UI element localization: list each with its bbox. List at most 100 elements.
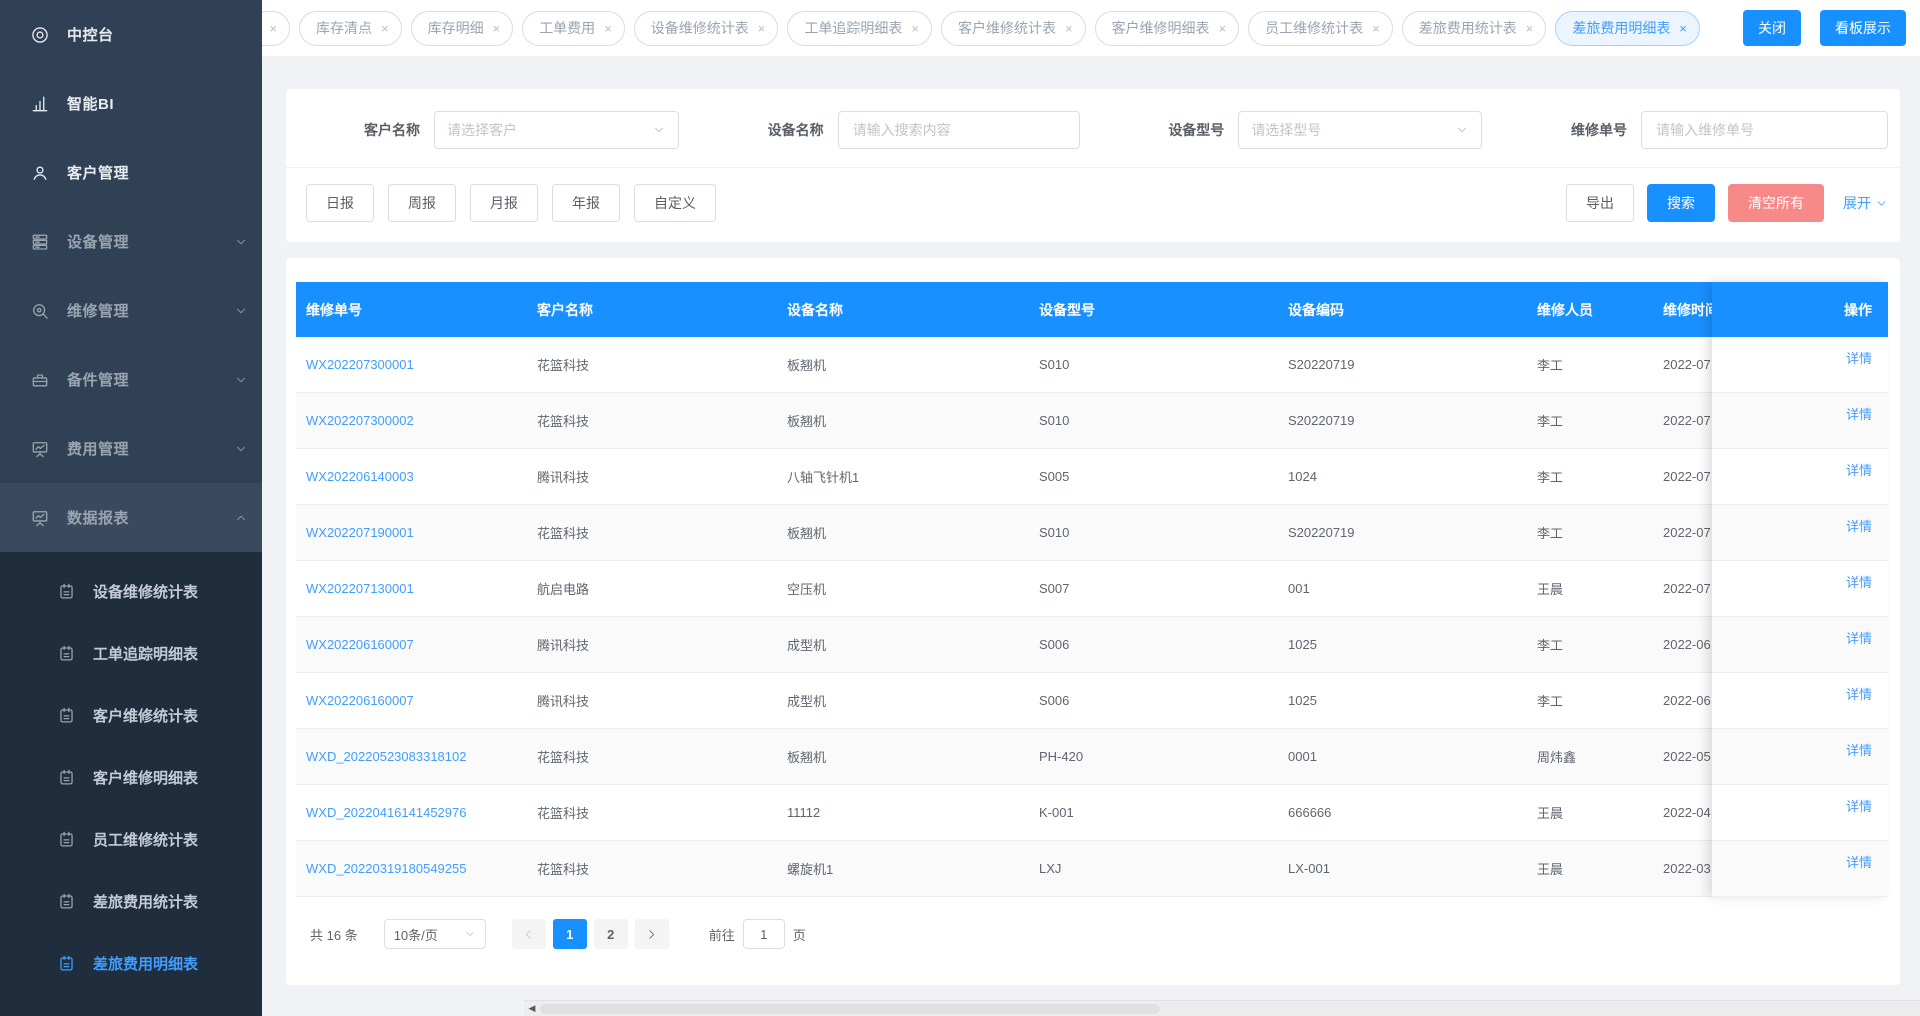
export-button[interactable]: 导出 (1566, 184, 1634, 222)
order-link[interactable]: WX202207190001 (306, 525, 414, 540)
next-page-button[interactable] (634, 919, 669, 949)
chevron-down-icon (234, 235, 248, 249)
order-link[interactable]: WX202206160007 (306, 693, 414, 708)
tab-close-icon[interactable]: × (1679, 22, 1687, 35)
tab-差旅费用明细表[interactable]: 差旅费用明细表 × (1555, 10, 1700, 46)
order-link[interactable]: WX202207130001 (306, 581, 414, 596)
sidebar-subitem-员工维修统计表[interactable]: 员工维修统计表 (0, 808, 262, 870)
order-link[interactable]: WX202206140003 (306, 469, 414, 484)
cell-code: 001 (1288, 581, 1310, 596)
sidebar-item-智能BI[interactable]: 智能BI (0, 69, 262, 138)
order-link[interactable]: WX202206160007 (306, 637, 414, 652)
sidebar-subitem-差旅费用明细表[interactable]: 差旅费用明细表 (0, 932, 262, 994)
sidebar-item-客户管理[interactable]: 客户管理 (0, 138, 262, 207)
page-size-select[interactable]: 10条/页 (383, 919, 486, 949)
sidebar-subitem-客户维修明细表[interactable]: 客户维修明细表 (0, 746, 262, 808)
tab-close-icon[interactable]: × (911, 22, 919, 35)
cell-device: 螺旋机1 (787, 862, 834, 877)
clear-all-button[interactable]: 清空所有 (1728, 184, 1824, 222)
input-维修单号[interactable] (1640, 111, 1888, 149)
tab-差旅费用统计表[interactable]: 差旅费用统计表 × (1401, 10, 1547, 46)
tab-close-icon[interactable]: × (1526, 22, 1534, 35)
sidebar-subitem-差旅费用统计表[interactable]: 差旅费用统计表 (0, 870, 262, 932)
sidebar-subitem-客户维修统计表[interactable]: 客户维修统计表 (0, 684, 262, 746)
range-button-年报[interactable]: 年报 (552, 184, 620, 222)
sidebar-item-备件管理[interactable]: 备件管理 (0, 345, 262, 414)
tab-工单费用[interactable]: 工单费用 × (522, 10, 625, 46)
range-button-日报[interactable]: 日报 (306, 184, 374, 222)
tab-clipped[interactable]: × (262, 10, 290, 46)
chevron-down-icon (1455, 123, 1469, 137)
detail-link[interactable]: 详情 (1846, 628, 1872, 647)
tab-工单追踪明细表[interactable]: 工单追踪明细表 × (787, 10, 932, 46)
tab-客户维修统计表[interactable]: 客户维修统计表 × (940, 10, 1086, 46)
select-设备型号[interactable]: 请选择型号 (1238, 111, 1483, 149)
order-link[interactable]: WXD_20220319180549255 (306, 861, 466, 876)
cell-code: 1025 (1288, 693, 1317, 708)
detail-link[interactable]: 详情 (1846, 404, 1872, 423)
range-button-月报[interactable]: 月报 (470, 184, 538, 222)
sidebar-item-维修管理[interactable]: 维修管理 (0, 276, 262, 345)
sidebar-subitem-设备维修统计表[interactable]: 设备维修统计表 (0, 560, 262, 622)
detail-link[interactable]: 详情 (1846, 516, 1872, 535)
board-display-button[interactable]: 看板展示 (1820, 10, 1906, 46)
sidebar-item-中控台[interactable]: 中控台 (0, 0, 262, 69)
tab-close-icon[interactable]: × (1372, 22, 1380, 35)
order-link[interactable]: WXD_20220416141452976 (306, 805, 466, 820)
bar-chart-icon (30, 94, 50, 114)
tab-close-icon[interactable]: × (1219, 22, 1227, 35)
detail-link[interactable]: 详情 (1846, 740, 1872, 759)
sidebar-subitem-工单追踪明细表[interactable]: 工单追踪明细表 (0, 622, 262, 684)
action-cell: 详情 (1712, 449, 1888, 505)
tab-close-icon[interactable]: × (758, 22, 766, 35)
order-link[interactable]: WX202207300001 (306, 357, 414, 372)
scrollbar-thumb[interactable] (540, 1003, 1160, 1014)
table-row: WXD_20220319180549255 花篮科技 螺旋机1 LXJ LX-001 王晨… (296, 841, 1888, 897)
table-row: WX202207190001 花篮科技 板翘机 S010 S20220719 李工 2022… (296, 505, 1888, 561)
tab-close-icon[interactable]: × (1065, 22, 1073, 35)
tab-close-icon[interactable]: × (269, 22, 277, 35)
page-button-2[interactable]: 2 (593, 919, 628, 949)
range-button-周报[interactable]: 周报 (388, 184, 456, 222)
sidebar-item-label: 智能BI (67, 96, 115, 113)
order-link[interactable]: WXD_20220523083318102 (306, 749, 466, 764)
sidebar-subitem-label: 差旅费用统计表 (93, 893, 199, 911)
tab-close-icon[interactable]: × (493, 22, 501, 35)
detail-link[interactable]: 详情 (1846, 796, 1872, 815)
tab-设备维修统计表[interactable]: 设备维修统计表 × (633, 10, 779, 46)
sidebar-item-label: 备件管理 (67, 372, 130, 389)
page-button-1[interactable]: 1 (552, 919, 587, 949)
sidebar-item-设备管理[interactable]: 设备管理 (0, 207, 262, 276)
search-button[interactable]: 搜索 (1647, 184, 1715, 222)
order-link[interactable]: WX202207300002 (306, 413, 414, 428)
range-button-自定义[interactable]: 自定义 (634, 184, 716, 222)
detail-link[interactable]: 详情 (1846, 460, 1872, 479)
detail-link[interactable]: 详情 (1846, 572, 1872, 591)
close-button[interactable]: 关闭 (1743, 10, 1801, 46)
tab-客户维修明细表[interactable]: 客户维修明细表 × (1094, 10, 1240, 46)
prev-page-button[interactable] (511, 919, 546, 949)
tab-close-icon[interactable]: × (381, 22, 389, 35)
tab-close-icon[interactable]: × (604, 22, 612, 35)
detail-link[interactable]: 详情 (1846, 852, 1872, 871)
tab-库存清点[interactable]: 库存清点 × (299, 10, 402, 46)
tab-label: 差旅费用统计表 (1418, 20, 1517, 36)
horizontal-scrollbar[interactable]: ◀ (524, 1000, 1920, 1016)
sidebar-item-费用管理[interactable]: 费用管理 (0, 414, 262, 483)
sidebar-item-数据报表[interactable]: 数据报表 (0, 483, 262, 552)
scroll-left-arrow-icon[interactable]: ◀ (524, 1001, 540, 1016)
detail-link[interactable]: 详情 (1846, 684, 1872, 703)
tab-库存明细[interactable]: 库存明细 × (410, 10, 514, 46)
action-cell: 详情 (1712, 729, 1888, 785)
tab-员工维修统计表[interactable]: 员工维修统计表 × (1248, 10, 1393, 46)
input-设备名称[interactable] (837, 111, 1080, 149)
page-size-value: 10条/页 (393, 927, 438, 943)
action-cell: 详情 (1712, 505, 1888, 561)
goto-page-input[interactable] (742, 919, 785, 949)
report-icon (57, 768, 76, 787)
expand-toggle[interactable]: 展开 (1843, 193, 1888, 213)
detail-link[interactable]: 详情 (1846, 348, 1872, 367)
select-客户名称[interactable]: 请选择客户 (434, 111, 679, 149)
filter-field-设备型号: 设备型号 请选择型号 (1168, 111, 1483, 149)
cell-person: 李工 (1537, 638, 1564, 653)
